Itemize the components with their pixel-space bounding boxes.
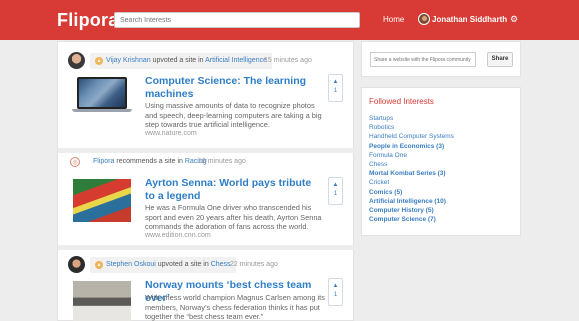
vote-count: 1 — [333, 191, 338, 197]
search-input[interactable] — [114, 12, 360, 28]
vote-count: 1 — [333, 292, 338, 298]
actor-avatar[interactable] — [68, 52, 85, 69]
activity-pill: ▲ Stephen Oskoui upvoted a site in Chess — [90, 257, 236, 273]
interest-link[interactable]: Computer History (5) — [369, 206, 454, 215]
article-thumbnail[interactable] — [73, 281, 131, 321]
topic-link[interactable]: Chess — [211, 261, 231, 268]
article-source[interactable]: www.edition.cnn.com — [145, 232, 211, 239]
brand-logo[interactable]: Flipora — [57, 10, 118, 31]
user-avatar[interactable] — [418, 13, 430, 25]
upvote-button[interactable]: ▲ 1 — [328, 74, 343, 102]
actor-link[interactable]: Stephen Oskoui — [106, 261, 156, 268]
followed-interests-panel: Followed Interests Startups Robotics Handh… — [361, 87, 521, 236]
article-title[interactable]: Ayrton Senna: World pays tribute to a le… — [145, 177, 320, 203]
feed-item: ▲ Stephen Oskoui upvoted a site in Chess… — [58, 250, 355, 321]
user-name-link[interactable]: Jonathan Siddharth — [432, 15, 507, 24]
article-title[interactable]: Computer Science: The learning machines — [145, 75, 320, 101]
interest-link[interactable]: Handheld Computer Systems — [369, 132, 454, 141]
upvote-button[interactable]: ▲ 1 — [328, 177, 343, 205]
activity-feed: ▲ Vijay Krishnan upvoted a site in Artif… — [57, 41, 355, 321]
article-thumbnail[interactable] — [73, 179, 131, 222]
activity-text: upvoted a site in — [152, 57, 204, 64]
actor-link[interactable]: Vijay Krishnan — [106, 57, 151, 64]
article-summary: With chess world champion Magnus Carlsen… — [145, 293, 325, 321]
upvote-activity-icon: ▲ — [95, 57, 103, 65]
time-ago: 15 minutes ago — [264, 57, 312, 64]
time-ago: 18 minutes ago — [198, 158, 246, 165]
upvote-button[interactable]: ▲ 1 — [328, 278, 343, 306]
up-arrow-icon: ▲ — [332, 182, 339, 188]
gear-icon[interactable]: ⚙ — [510, 14, 518, 24]
interest-link[interactable]: Robotics — [369, 123, 454, 132]
interest-link[interactable]: People in Economics (3) — [369, 142, 454, 151]
actor-link[interactable]: Flipora — [93, 158, 114, 165]
upvote-activity-icon: ▲ — [95, 261, 103, 269]
time-ago: 22 minutes ago — [230, 261, 278, 268]
interest-link[interactable]: Cricket — [369, 178, 454, 187]
activity-pill: Flipora recommends a site in Racing — [68, 154, 212, 170]
activity-pill: ▲ Vijay Krishnan upvoted a site in Artif… — [90, 53, 272, 69]
followed-interests-title: Followed Interests — [369, 97, 434, 106]
interest-link[interactable]: Computer Science (7) — [369, 215, 454, 224]
nav-home-link[interactable]: Home — [383, 15, 404, 24]
interest-link[interactable]: Chess — [369, 160, 454, 169]
article-source[interactable]: www.nature.com — [145, 130, 197, 137]
up-arrow-icon: ▲ — [332, 79, 339, 85]
interest-link[interactable]: Comics (5) — [369, 188, 454, 197]
interest-link[interactable]: Startups — [369, 114, 454, 123]
up-arrow-icon: ▲ — [332, 283, 339, 289]
interest-link[interactable]: Formula One — [369, 151, 454, 160]
feed-item: ◎ Flipora recommends a site in Racing 18… — [58, 153, 355, 250]
top-bar: Flipora Home Jonathan Siddharth ⚙ — [0, 0, 579, 40]
topic-link[interactable]: Artificial Intelligence — [205, 57, 267, 64]
share-button[interactable]: Share — [487, 52, 513, 67]
interest-link[interactable]: Artificial Intelligence (10) — [369, 197, 454, 206]
actor-avatar[interactable] — [68, 256, 85, 273]
feed-item: ▲ Vijay Krishnan upvoted a site in Artif… — [58, 42, 355, 157]
interest-list: Startups Robotics Handheld Computer System… — [369, 114, 454, 224]
article-summary: He was a Formula One driver who transcen… — [145, 203, 322, 232]
laptop-base — [72, 109, 132, 112]
article-thumbnail[interactable] — [77, 77, 127, 109]
activity-text: recommends a site in — [116, 158, 183, 165]
share-url-input[interactable] — [370, 52, 476, 67]
activity-text: upvoted a site in — [157, 261, 209, 268]
vote-count: 1 — [333, 88, 338, 94]
interest-link[interactable]: Mortal Kombat Series (3) — [369, 169, 454, 178]
article-summary: Using massive amounts of data to recogni… — [145, 101, 322, 130]
share-panel: Share — [361, 41, 521, 77]
